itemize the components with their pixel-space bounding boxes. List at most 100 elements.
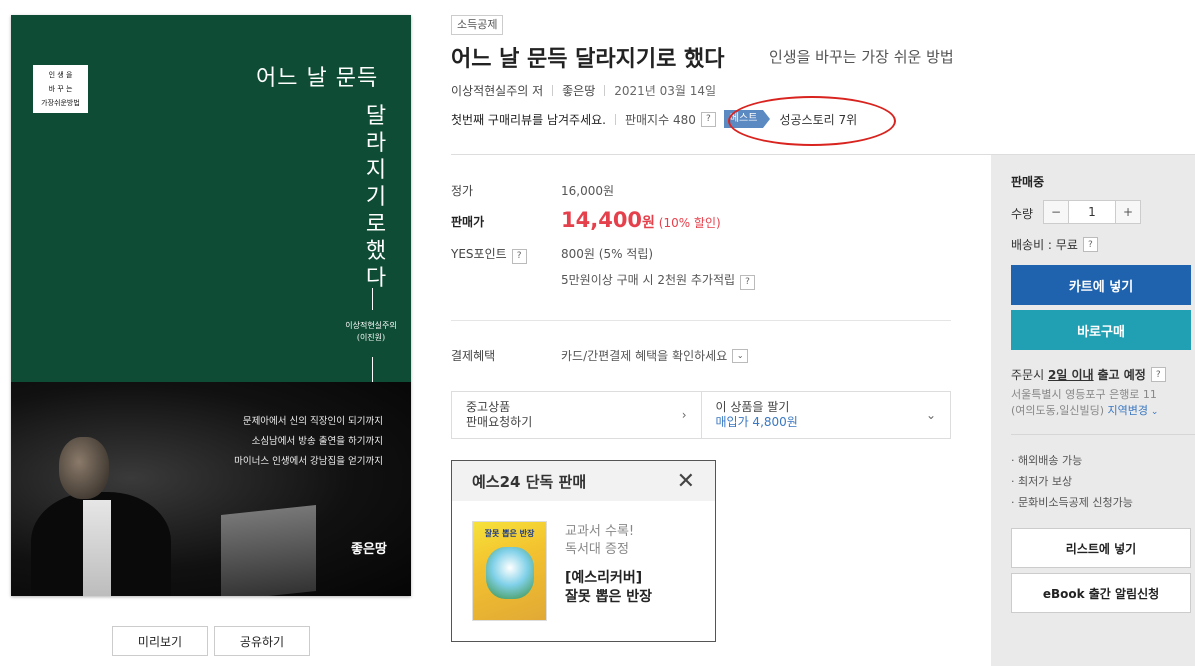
book-cover[interactable]: 인 생 을 바 꾸 는 가장쉬운방법 어느 날 문득 달라지기로했다 이상적현실… <box>11 15 411 596</box>
cover-tagline-line: 소심남에서 방송 출연을 하기까지 <box>251 436 383 447</box>
address-line: (여의도동,일신빌딩) <box>1011 404 1108 417</box>
sale-price-unit: 원 <box>642 215 655 231</box>
delivery-days: 2일 이내 <box>1047 368 1094 382</box>
purchase-sidebar: 판매중 수량 − 1 + 배송비 : 무료? 카트에 넣기 바로구매 주문시 2… <box>991 155 1195 666</box>
quantity-stepper: − 1 + <box>1043 200 1141 224</box>
cover-divider <box>372 357 373 382</box>
address-line: 서울특별시 영등포구 은행로 11 <box>1011 388 1157 401</box>
ebook-alert-button[interactable]: eBook 출간 알림신청 <box>1011 573 1191 613</box>
exclusive-popup-title: 예스24 단독 판매 <box>472 473 587 491</box>
cover-tagline-line: 마이너스 인생에서 강남집을 얻기까지 <box>234 456 383 467</box>
cover-title-horizontal: 어느 날 문득 <box>256 66 379 91</box>
preview-button[interactable]: 미리보기 <box>112 626 208 656</box>
cover-badge-line: 바 꾸 는 <box>48 85 73 93</box>
extra-points-text: 5만원이상 구매 시 2천원 추가적립 <box>561 273 736 287</box>
shipping-fee: 배송비 : 무료? <box>1011 236 1098 253</box>
chevron-right-icon: › <box>681 408 687 422</box>
exclusive-sub-text: 교과서 수록! <box>565 524 635 539</box>
highlight-circle <box>728 96 896 146</box>
exclusive-book-illustration <box>485 547 534 599</box>
buyback-price: 매입가 4,800원 <box>715 415 798 429</box>
review-link[interactable]: 첫번째 구매리뷰를 남겨주세요. <box>451 111 606 128</box>
used-sell-request[interactable]: 중고상품 판매요청하기 › <box>452 392 701 438</box>
help-icon[interactable]: ? <box>1082 237 1098 252</box>
page-title: 어느 날 문득 달라지기로 했다 <box>451 47 725 72</box>
cover-photo-head <box>59 437 109 499</box>
author-link[interactable]: 이상적현실주의 저 <box>451 82 543 99</box>
cover-author-name: 이상적현실주의 <box>345 321 397 330</box>
used-sell-request-action: 판매요청하기 <box>466 415 533 429</box>
exclusive-book-info[interactable]: 교과서 수록! 독서대 증정 [예스리커버] 잘못 뽑은 반장 <box>565 523 652 607</box>
service-item: · 해외배송 가능 <box>1011 454 1083 467</box>
discount-rate: (10% 할인) <box>658 216 721 230</box>
change-region-link[interactable]: 지역변경 <box>1108 404 1148 417</box>
delivery-address: 서울특별시 영등포구 은행로 11 (여의도동,일신빌딩) 지역변경 ⌄ <box>1011 387 1158 420</box>
divider <box>451 320 951 321</box>
quantity-input[interactable]: 1 <box>1068 201 1116 223</box>
cover-title-vertical: 달라지기로했다 <box>365 104 387 291</box>
payment-benefit-label: 결제혜택 <box>451 349 496 363</box>
list-price-value: 16,000원 <box>561 184 615 198</box>
exclusive-book-cover-title: 잘못 뽑은 반장 <box>484 529 535 538</box>
share-button[interactable]: 공유하기 <box>214 626 310 656</box>
delivery-suffix: 출고 예정 <box>1097 368 1146 382</box>
exclusive-book-title-line: [예스리커버] <box>565 570 643 586</box>
exclusive-popup: 예스24 단독 판매 ✕ 잘못 뽑은 반장 교과서 수록! 독서대 증정 [예스… <box>451 460 716 642</box>
sale-price: 14,400원 (10% 할인) <box>561 208 721 232</box>
exclusive-sub-text: 독서대 증정 <box>565 542 629 557</box>
help-icon[interactable]: ? <box>511 248 527 264</box>
help-icon[interactable]: ? <box>1150 367 1166 382</box>
plus-button[interactable]: + <box>1116 201 1140 223</box>
delivery-prefix: 주문시 <box>1011 368 1045 382</box>
publish-date: 2021년 03월 14일 <box>614 84 717 98</box>
sales-index: 판매지수 480 <box>624 112 696 127</box>
minus-button[interactable]: − <box>1044 201 1068 223</box>
cover-author: 이상적현실주의 (이진원) <box>336 320 406 344</box>
add-to-cart-button[interactable]: 카트에 넣기 <box>1011 265 1191 305</box>
service-list: · 해외배송 가능 · 최저가 보상 · 문화비소득공제 신청가능 <box>1011 450 1133 513</box>
sell-this-product[interactable]: 이 상품을 팔기 매입가 4,800원 ⌄ <box>700 392 951 438</box>
shipping-fee-text: 배송비 : 무료 <box>1011 238 1078 252</box>
cover-photo-paper <box>221 505 316 596</box>
payment-benefit-text: 카드/간편결제 혜택을 확인하세요 <box>561 349 728 363</box>
sell-this-product-title: 이 상품을 팔기 <box>715 400 790 414</box>
exclusive-popup-header: 예스24 단독 판매 ✕ <box>452 461 715 501</box>
quantity-label: 수량 <box>1011 207 1034 221</box>
points-value: 800원 (5% 적립) <box>561 247 654 261</box>
close-icon[interactable]: ✕ <box>677 469 695 494</box>
divider <box>552 85 554 96</box>
exclusive-book-thumbnail[interactable]: 잘못 뽑은 반장 <box>472 521 547 621</box>
used-product-box: 중고상품 판매요청하기 › 이 상품을 팔기 매입가 4,800원 ⌄ <box>451 391 951 439</box>
cover-photo-shirt <box>83 500 111 596</box>
exclusive-book-title: [예스리커버] 잘못 뽑은 반장 <box>565 569 652 607</box>
sale-price-label: 판매가 <box>451 215 485 229</box>
list-price-label: 정가 <box>451 184 474 198</box>
divider <box>604 85 606 96</box>
cover-publisher-logo: 좋은땅 <box>351 542 387 557</box>
sale-price-value: 14,400 <box>561 208 643 232</box>
help-icon[interactable]: ? <box>740 274 756 290</box>
cover-divider <box>372 288 373 310</box>
page-subtitle: 인생을 바꾸는 가장 쉬운 방법 <box>769 48 954 66</box>
service-item: · 최저가 보상 <box>1011 475 1073 488</box>
book-meta: 이상적현실주의 저 좋은땅 2021년 03월 14일 <box>451 82 716 99</box>
buy-now-button[interactable]: 바로구매 <box>1011 310 1191 350</box>
cover-badge-line: 인 생 을 <box>48 71 73 79</box>
divider <box>1011 434 1195 435</box>
cover-badge-line: 가장쉬운방법 <box>41 99 80 107</box>
add-to-list-button[interactable]: 리스트에 넣기 <box>1011 528 1191 568</box>
cover-tagline-line: 문제아에서 신의 직장인이 되기까지 <box>242 416 383 427</box>
service-item: · 문화비소득공제 신청가능 <box>1011 496 1133 509</box>
help-icon[interactable]: ? <box>700 111 716 127</box>
exclusive-book-title-line: 잘못 뽑은 반장 <box>565 589 653 605</box>
sale-status: 판매중 <box>1011 175 1045 189</box>
chevron-down-icon: ⌄ <box>732 348 749 363</box>
payment-benefit-toggle[interactable]: 카드/간편결제 혜택을 확인하세요 ⌄ <box>561 347 749 364</box>
extra-points: 5만원이상 구매 시 2천원 추가적립? <box>561 271 756 290</box>
points-label-text: YES포인트 <box>451 247 507 261</box>
delivery-estimate: 주문시 2일 이내 출고 예정? <box>1011 366 1166 383</box>
divider <box>614 113 616 125</box>
cover-tagline: 문제아에서 신의 직장인이 되기까지 소심남에서 방송 출연을 하기까지 마이너… <box>211 412 411 472</box>
points-label: YES포인트? <box>451 245 527 264</box>
publisher-link[interactable]: 좋은땅 <box>562 82 595 99</box>
